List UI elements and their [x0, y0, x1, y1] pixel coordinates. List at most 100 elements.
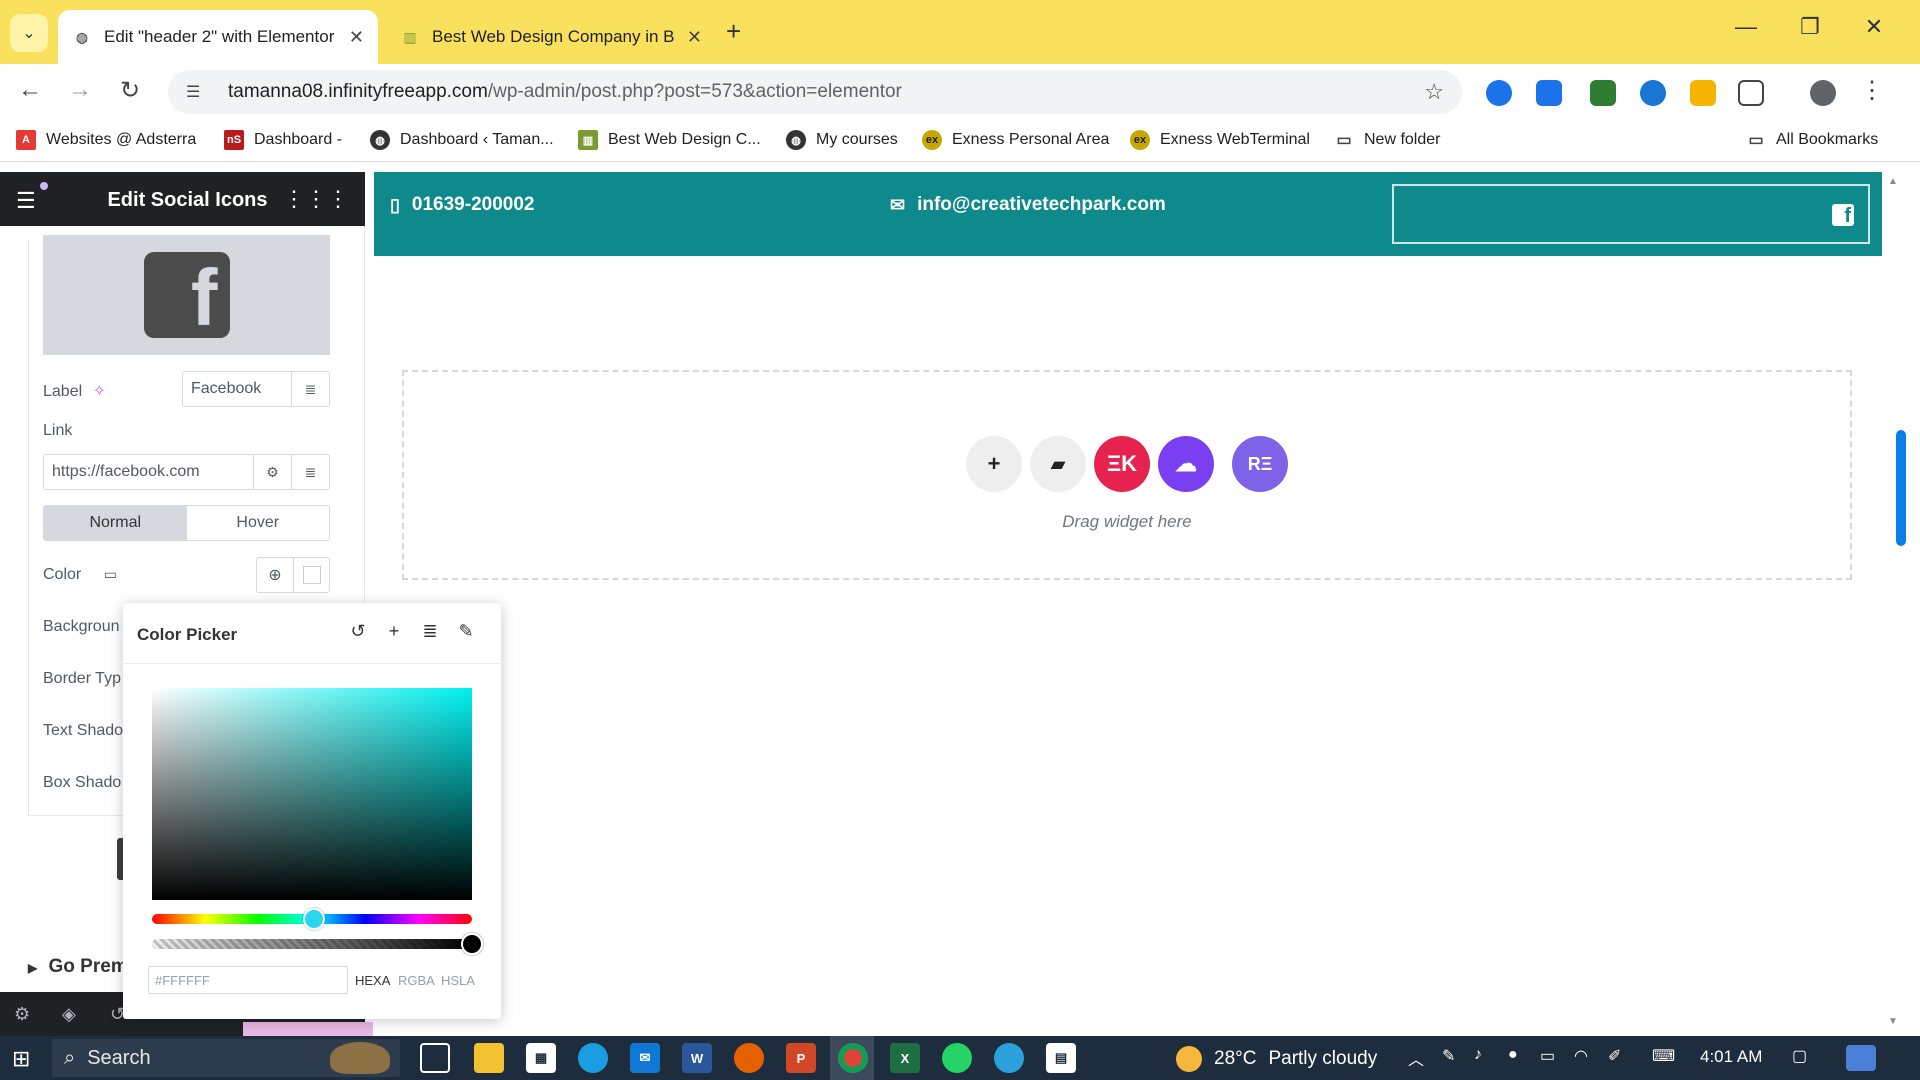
- show-hidden-icons[interactable]: ︿: [1408, 1046, 1424, 1070]
- social-icons-widget[interactable]: f: [1392, 184, 1870, 244]
- minimize-button[interactable]: —: [1726, 14, 1766, 40]
- extension-icon[interactable]: [1690, 80, 1716, 106]
- canvas-scrollbar[interactable]: [1884, 172, 1902, 1036]
- app-icon[interactable]: ▤: [1046, 1043, 1076, 1073]
- scroll-up-icon[interactable]: ▲: [1888, 176, 1898, 187]
- store-icon[interactable]: ▦: [526, 1043, 556, 1073]
- bookmark-item[interactable]: ◍ Dashboard ‹ Taman...: [370, 130, 554, 150]
- wifi-icon[interactable]: ◠: [1574, 1046, 1588, 1066]
- tab-search-button[interactable]: ⌄: [10, 14, 48, 52]
- bookmark-star-icon[interactable]: ☆: [1424, 79, 1444, 105]
- puzzle-extensions-icon[interactable]: [1738, 80, 1764, 106]
- empty-section-drop-zone[interactable]: + ▰ ΞK ☁ RΞ Drag widget here: [402, 370, 1852, 580]
- telegram-icon[interactable]: [994, 1043, 1024, 1073]
- email-info[interactable]: ✉ info@creativetechpark.com: [890, 194, 1166, 216]
- saturation-area[interactable]: [152, 688, 472, 900]
- responsive-desktop-icon[interactable]: ▭: [104, 566, 117, 582]
- site-info-icon[interactable]: ☰: [186, 82, 208, 102]
- chrome-icon[interactable]: [838, 1043, 868, 1073]
- edge-icon[interactable]: [578, 1043, 608, 1073]
- windows-start-icon[interactable]: ⊞: [12, 1046, 30, 1072]
- all-bookmarks[interactable]: ▭ All Bookmarks: [1746, 130, 1878, 150]
- icon-preview[interactable]: f: [43, 235, 330, 355]
- whatsapp-icon[interactable]: [942, 1043, 972, 1073]
- navigator-layers-icon[interactable]: ◈: [62, 1004, 76, 1025]
- template-library-folder-icon[interactable]: ▰: [1030, 436, 1086, 492]
- copilot-icon[interactable]: [1846, 1045, 1876, 1071]
- back-button[interactable]: ←: [14, 76, 46, 104]
- extension-icon[interactable]: [1590, 80, 1616, 106]
- dynamic-tags-icon[interactable]: ≣: [291, 455, 329, 489]
- cloud-library-icon[interactable]: ☁: [1158, 436, 1214, 492]
- hue-slider-handle[interactable]: [303, 908, 325, 930]
- tab-best-web-design[interactable]: ▥ Best Web Design Company in B ✕: [386, 10, 716, 64]
- bookmark-item[interactable]: nS Dashboard -: [224, 130, 342, 150]
- scroll-down-icon[interactable]: ▼: [1888, 1016, 1898, 1027]
- global-colors-icon[interactable]: ⊕: [257, 558, 294, 592]
- color-swatch[interactable]: [294, 558, 329, 592]
- go-premium-section[interactable]: ▶ Go Prem: [28, 956, 128, 978]
- new-tab-button[interactable]: +: [726, 16, 741, 47]
- settings-icon[interactable]: ⚙: [14, 1004, 30, 1025]
- format-hexa[interactable]: HEXA: [355, 973, 390, 988]
- text-shadow-label[interactable]: Text Shado: [43, 722, 123, 740]
- address-bar[interactable]: ☰ tamanna08.infinityfreeapp.com /wp-admi…: [168, 70, 1462, 114]
- bookmark-item[interactable]: ex Exness WebTerminal: [1130, 130, 1310, 150]
- add-global-color-icon[interactable]: +: [381, 621, 407, 642]
- box-shadow-label[interactable]: Box Shado: [43, 774, 121, 792]
- opacity-slider[interactable]: [152, 939, 472, 949]
- tab-normal[interactable]: Normal: [44, 506, 187, 540]
- format-rgba[interactable]: RGBA: [398, 973, 435, 988]
- widgets-grid-icon[interactable]: ⋮⋮⋮: [283, 186, 349, 212]
- link-input[interactable]: https://facebook.com ⚙ ≣: [43, 454, 330, 490]
- add-section-button[interactable]: +: [966, 436, 1022, 492]
- excel-icon[interactable]: X: [890, 1043, 920, 1073]
- battery-icon[interactable]: ▭: [1540, 1046, 1555, 1066]
- eyedropper-icon[interactable]: ✎: [453, 621, 479, 642]
- opacity-slider-handle[interactable]: [461, 933, 483, 955]
- menu-dots-icon[interactable]: ⋮: [1856, 76, 1888, 105]
- powerpoint-icon[interactable]: P: [786, 1043, 816, 1073]
- tab-elementor-editor[interactable]: ◍ Edit "header 2" with Elementor ✕: [58, 10, 378, 64]
- gear-icon[interactable]: ⚙: [253, 455, 291, 489]
- royal-elementor-icon[interactable]: RΞ: [1232, 436, 1288, 492]
- phone-info[interactable]: ▯ 01639-200002: [390, 194, 534, 216]
- scrollbar-thumb[interactable]: [1896, 430, 1906, 546]
- pen-workspace-icon[interactable]: ✐: [1608, 1046, 1621, 1066]
- profile-avatar[interactable]: [1810, 80, 1836, 106]
- close-window-button[interactable]: ✕: [1854, 14, 1894, 40]
- reset-icon[interactable]: ↺: [345, 621, 371, 642]
- publish-button[interactable]: [243, 1022, 373, 1036]
- reload-button[interactable]: ↻: [114, 76, 146, 105]
- elementskit-icon[interactable]: ΞK: [1094, 436, 1150, 492]
- microphone-icon[interactable]: ●: [1508, 1046, 1518, 1064]
- clock[interactable]: 4:01 AM: [1700, 1047, 1762, 1067]
- global-colors-list-icon[interactable]: ≣: [417, 621, 443, 642]
- tab-hover[interactable]: Hover: [187, 506, 330, 540]
- hex-color-input[interactable]: [148, 966, 348, 994]
- background-label[interactable]: Backgroun: [43, 618, 120, 636]
- format-hsla[interactable]: HSLA: [441, 973, 475, 988]
- volume-icon[interactable]: ♪: [1474, 1046, 1482, 1064]
- extension-icon[interactable]: [1486, 80, 1512, 106]
- border-type-label[interactable]: Border Typ: [43, 670, 121, 688]
- keyboard-icon[interactable]: ⌨: [1652, 1046, 1675, 1066]
- bookmark-item[interactable]: ◍ My courses: [786, 130, 898, 150]
- bookmark-item[interactable]: ex Exness Personal Area: [922, 130, 1109, 150]
- pen-icon[interactable]: ✎: [1442, 1046, 1455, 1066]
- mail-icon[interactable]: ✉: [630, 1043, 660, 1073]
- dynamic-tags-icon[interactable]: ≣: [291, 372, 329, 406]
- file-explorer-icon[interactable]: [474, 1043, 504, 1073]
- close-icon[interactable]: ✕: [349, 27, 364, 48]
- extension-icon[interactable]: [1640, 80, 1666, 106]
- close-icon[interactable]: ✕: [687, 27, 702, 48]
- word-icon[interactable]: W: [682, 1043, 712, 1073]
- task-view-icon[interactable]: [420, 1043, 450, 1073]
- bookmark-item[interactable]: ▥ Best Web Design C...: [578, 130, 761, 150]
- bookmark-item[interactable]: A Websites @ Adsterra: [16, 130, 196, 150]
- bookmark-folder[interactable]: ▭ New folder: [1334, 130, 1440, 150]
- notifications-icon[interactable]: ▢: [1792, 1046, 1807, 1066]
- forward-button[interactable]: →: [64, 76, 96, 104]
- weather-widget[interactable]: 28°C Partly cloudy: [1176, 1046, 1377, 1072]
- facebook-icon[interactable]: f: [1832, 204, 1854, 226]
